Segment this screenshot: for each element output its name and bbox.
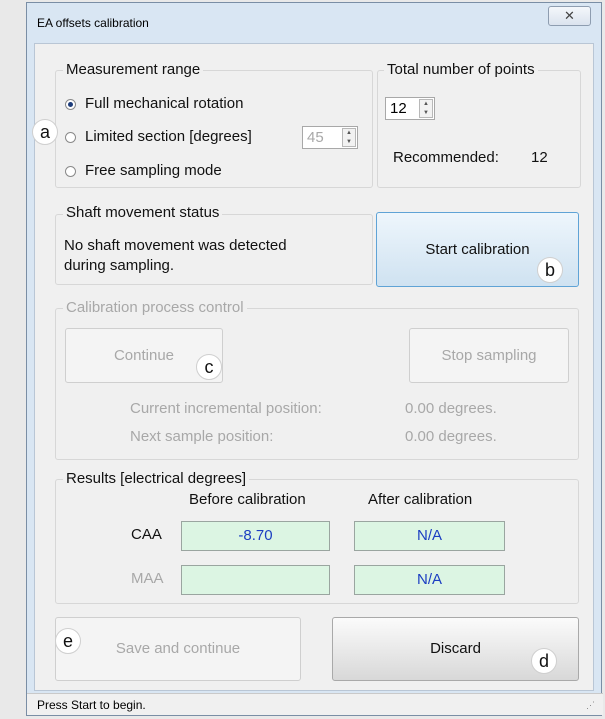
close-button[interactable]: ✕: [548, 6, 591, 26]
limited-section-stepper[interactable]: 45 ▲ ▼: [302, 126, 358, 149]
calibration-window: EA offsets calibration ✕ Measurement ran…: [26, 2, 603, 716]
points-value: 12: [390, 100, 407, 117]
shaft-status-message-line1: No shaft movement was detected: [64, 237, 287, 254]
callout-a: a: [32, 119, 58, 145]
maa-before-field: [181, 565, 330, 595]
shaft-status-message-line2: during sampling.: [64, 257, 175, 274]
callout-c: c: [196, 354, 222, 380]
stepper-arrows-icon[interactable]: ▲ ▼: [419, 99, 433, 118]
window-title: EA offsets calibration: [37, 16, 149, 30]
maa-label: MAA: [131, 570, 164, 587]
current-position-label: Current incremental position:: [130, 400, 322, 417]
results-title: Results [electrical degrees]: [63, 470, 250, 487]
caa-before-field: -8.70: [181, 521, 330, 551]
callout-e: e: [55, 628, 81, 654]
current-position-value: 0.00 degrees.: [405, 400, 497, 417]
stepper-arrows-icon[interactable]: ▲ ▼: [342, 128, 356, 147]
process-control-title: Calibration process control: [63, 299, 247, 316]
limited-section-value: 45: [307, 129, 324, 146]
radio-full-rotation-label: Full mechanical rotation: [85, 95, 244, 112]
resize-grip-icon[interactable]: ⋰: [586, 700, 595, 711]
next-position-value: 0.00 degrees.: [405, 428, 497, 445]
shaft-status-title: Shaft movement status: [63, 204, 223, 221]
close-icon: ✕: [564, 8, 575, 23]
points-group: [377, 70, 581, 188]
results-col-after: After calibration: [368, 491, 473, 508]
maa-after-field: N/A: [354, 565, 505, 595]
points-stepper[interactable]: 12 ▲ ▼: [385, 97, 435, 120]
radio-free-sampling-label: Free sampling mode: [85, 162, 222, 179]
radio-free-sampling[interactable]: [65, 166, 76, 177]
status-text: Press Start to begin.: [37, 698, 146, 712]
results-col-before: Before calibration: [189, 491, 306, 508]
radio-limited-section-label: Limited section [degrees]: [85, 128, 252, 145]
caa-after-field: N/A: [354, 521, 505, 551]
recommended-value: 12: [531, 149, 548, 166]
callout-b: b: [537, 257, 563, 283]
dialog-client: Measurement range Full mechanical rotati…: [34, 43, 594, 691]
next-position-label: Next sample position:: [130, 428, 274, 445]
caa-label: CAA: [131, 526, 162, 543]
stop-sampling-button[interactable]: Stop sampling: [409, 328, 569, 383]
recommended-label: Recommended:: [393, 149, 499, 166]
radio-full-rotation[interactable]: [65, 99, 76, 110]
title-bar: EA offsets calibration ✕: [27, 3, 601, 43]
status-bar: Press Start to begin. ⋰: [27, 693, 603, 715]
callout-d: d: [531, 648, 557, 674]
measurement-range-title: Measurement range: [63, 61, 204, 78]
points-title: Total number of points: [384, 61, 538, 78]
save-and-continue-button[interactable]: Save and continue: [55, 617, 301, 681]
radio-limited-section[interactable]: [65, 132, 76, 143]
